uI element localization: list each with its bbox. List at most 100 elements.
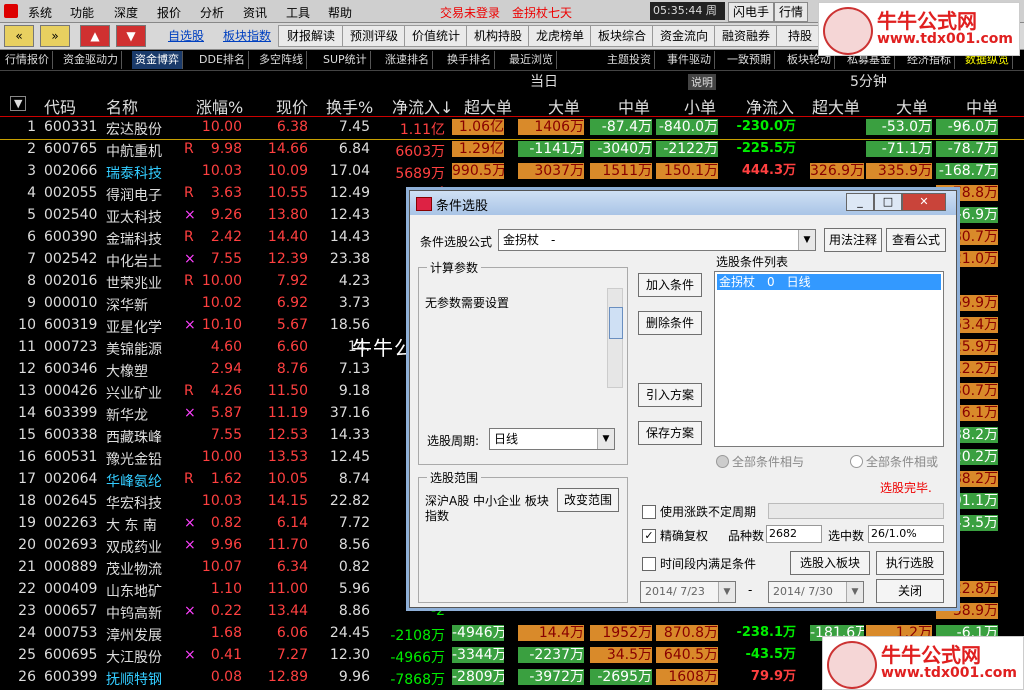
tab-theme[interactable]: 主题投资 (604, 51, 655, 69)
flow-b3: 34.5万 (590, 647, 652, 663)
current-price: 7.92 (276, 273, 308, 289)
date-from-picker[interactable]: 2014/ 7/23 ▼ (640, 581, 736, 603)
tab-fund-game[interactable]: 资金博弈 (132, 51, 183, 69)
tab-rise-speed[interactable]: 涨速排名 (382, 51, 433, 69)
block-combo-button[interactable]: 板块综合 (590, 25, 654, 47)
col-code[interactable]: 代码 (44, 94, 76, 118)
table-row[interactable]: 1 600331 宏达股份 10.00 6.38 7.45 1.11亿 1.06亿 1406万 -… (0, 117, 1024, 140)
table-row[interactable]: 2 600765 中航重机 R 9.98 14.66 6.84 6603万 1.29亿 -1141… (0, 139, 1024, 161)
fund-flow-button[interactable]: 资金流向 (652, 25, 716, 47)
condition-list[interactable]: 金拐杖 0 日线 (714, 271, 944, 447)
usage-notes-button[interactable]: 用法注释 (824, 228, 882, 252)
maximize-button[interactable]: □ (874, 193, 902, 211)
up-button[interactable]: ▲ (80, 25, 110, 47)
chevron-down-icon[interactable]: ▼ (718, 582, 735, 602)
menu-quote[interactable]: 报价 (157, 4, 181, 21)
flow-c2: -71.1万 (866, 141, 932, 157)
params-scrollbar[interactable] (607, 288, 623, 388)
all-or-radio[interactable] (850, 455, 863, 468)
explain-button[interactable]: 说明 (688, 74, 716, 90)
holding-button[interactable]: 持股 (776, 25, 824, 47)
tab-dde[interactable]: DDE排名 (196, 51, 249, 69)
report-button[interactable]: 财报解读 (278, 25, 344, 47)
menu-depth[interactable]: 深度 (114, 4, 138, 21)
tab-fund-power[interactable]: 资金驱动力 (60, 51, 122, 69)
col-super-large-5m[interactable]: 超大单 (812, 94, 860, 118)
table-row[interactable]: 3 002066 瑞泰科技 10.03 10.09 17.04 5689万 990.5万 303… (0, 161, 1024, 183)
menu-analysis[interactable]: 分析 (200, 4, 224, 21)
period-select[interactable]: 日线 ▼ (489, 428, 615, 450)
stock-mark: R (184, 471, 194, 487)
col-large-5m[interactable]: 大单 (896, 94, 928, 118)
col-change[interactable]: 涨幅% (196, 94, 243, 118)
value-stats-button[interactable]: 价值统计 (404, 25, 468, 47)
close-window-button[interactable]: ✕ (902, 193, 946, 211)
add-condition-button[interactable]: 加入条件 (638, 273, 702, 297)
col-small[interactable]: 小单 (684, 94, 716, 118)
block-index-link[interactable]: 板块指数 (216, 25, 278, 47)
col-super-large[interactable]: 超大单 (464, 94, 512, 118)
rating-button[interactable]: 预测评级 (342, 25, 406, 47)
date-to-picker[interactable]: 2014/ 7/30 ▼ (768, 581, 864, 603)
formula-select[interactable]: 金拐杖 - ▼ (498, 229, 816, 251)
all-and-radio[interactable] (716, 455, 729, 468)
next-page-button[interactable]: » (40, 25, 70, 47)
scrollbar-thumb[interactable] (609, 307, 623, 339)
unfixed-period-checkbox[interactable] (642, 505, 656, 519)
watchlist-link[interactable]: 自选股 (160, 25, 212, 47)
tab-event[interactable]: 事件驱动 (664, 51, 715, 69)
col-name[interactable]: 名称 (106, 94, 138, 118)
tab-quote[interactable]: 行情报价 (2, 51, 53, 69)
chevron-down-icon[interactable]: ▼ (846, 582, 863, 602)
menu-news[interactable]: 资讯 (243, 4, 267, 21)
dragon-tiger-button[interactable]: 龙虎榜单 (528, 25, 592, 47)
col-medium-5m[interactable]: 中单 (966, 94, 998, 118)
unfixed-period-field[interactable] (768, 503, 944, 519)
col-medium[interactable]: 中单 (618, 94, 650, 118)
tab-sup[interactable]: SUP统计 (320, 51, 371, 69)
save-plan-button[interactable]: 保存方案 (638, 421, 702, 445)
col-price[interactable]: 现价 (276, 94, 308, 118)
row-number: 4 (27, 185, 36, 201)
dialog-titlebar[interactable]: 条件选股 _ □ ✕ (410, 191, 956, 215)
col-net-inflow[interactable]: 净流入↓ (392, 94, 453, 118)
prev-page-button[interactable]: « (4, 25, 34, 47)
change-range-button[interactable]: 改变范围 (557, 488, 619, 512)
to-block-button[interactable]: 选股入板块 (790, 551, 870, 575)
import-plan-button[interactable]: 引入方案 (638, 383, 702, 407)
col-turnover[interactable]: 换手% (326, 94, 373, 118)
flash-trade-button[interactable]: 闪电手 (728, 2, 775, 22)
tab-turnover[interactable]: 换手排名 (444, 51, 495, 69)
tab-long-short[interactable]: 多空阵线 (256, 51, 307, 69)
period-match-checkbox[interactable] (642, 557, 656, 571)
chevron-down-icon[interactable]: ▼ (597, 429, 614, 449)
execute-filter-button[interactable]: 执行选股 (876, 551, 944, 575)
turnover: 7.13 (338, 361, 370, 377)
col-net-inflow-5m[interactable]: 净流入 (746, 94, 794, 118)
quote-button[interactable]: 行情 (774, 2, 809, 22)
close-dialog-button[interactable]: 关闭 (876, 579, 944, 603)
tab-recent[interactable]: 最近浏览 (506, 51, 557, 69)
menu-system[interactable]: 系统 (28, 4, 52, 21)
margin-button[interactable]: 融资融券 (714, 25, 778, 47)
down-button[interactable]: ▼ (116, 25, 146, 47)
menu-tools[interactable]: 工具 (286, 4, 310, 21)
menu-help[interactable]: 帮助 (328, 4, 352, 21)
period-match-label: 时间段内满足条件 (660, 557, 757, 571)
delete-condition-button[interactable]: 删除条件 (638, 311, 702, 335)
condition-list-title: 选股条件列表 (716, 255, 789, 269)
cow-icon (823, 7, 873, 55)
menu-function[interactable]: 功能 (70, 4, 94, 21)
net-inflow: -2108万 (390, 628, 445, 644)
chevron-down-icon[interactable]: ▼ (798, 230, 815, 250)
stock-mark: × (184, 207, 196, 223)
institution-button[interactable]: 机构持股 (466, 25, 530, 47)
calc-params-title: 计算参数 (427, 259, 482, 276)
tab-consensus[interactable]: 一致预期 (724, 51, 775, 69)
exact-restore-checkbox[interactable]: ✓ (642, 529, 656, 543)
minimize-button[interactable]: _ (846, 193, 874, 211)
view-formula-button[interactable]: 查看公式 (886, 228, 946, 252)
sort-dropdown-icon[interactable]: ▼ (10, 96, 27, 111)
col-large[interactable]: 大单 (548, 94, 580, 118)
condition-item[interactable]: 金拐杖 0 日线 (717, 274, 941, 290)
